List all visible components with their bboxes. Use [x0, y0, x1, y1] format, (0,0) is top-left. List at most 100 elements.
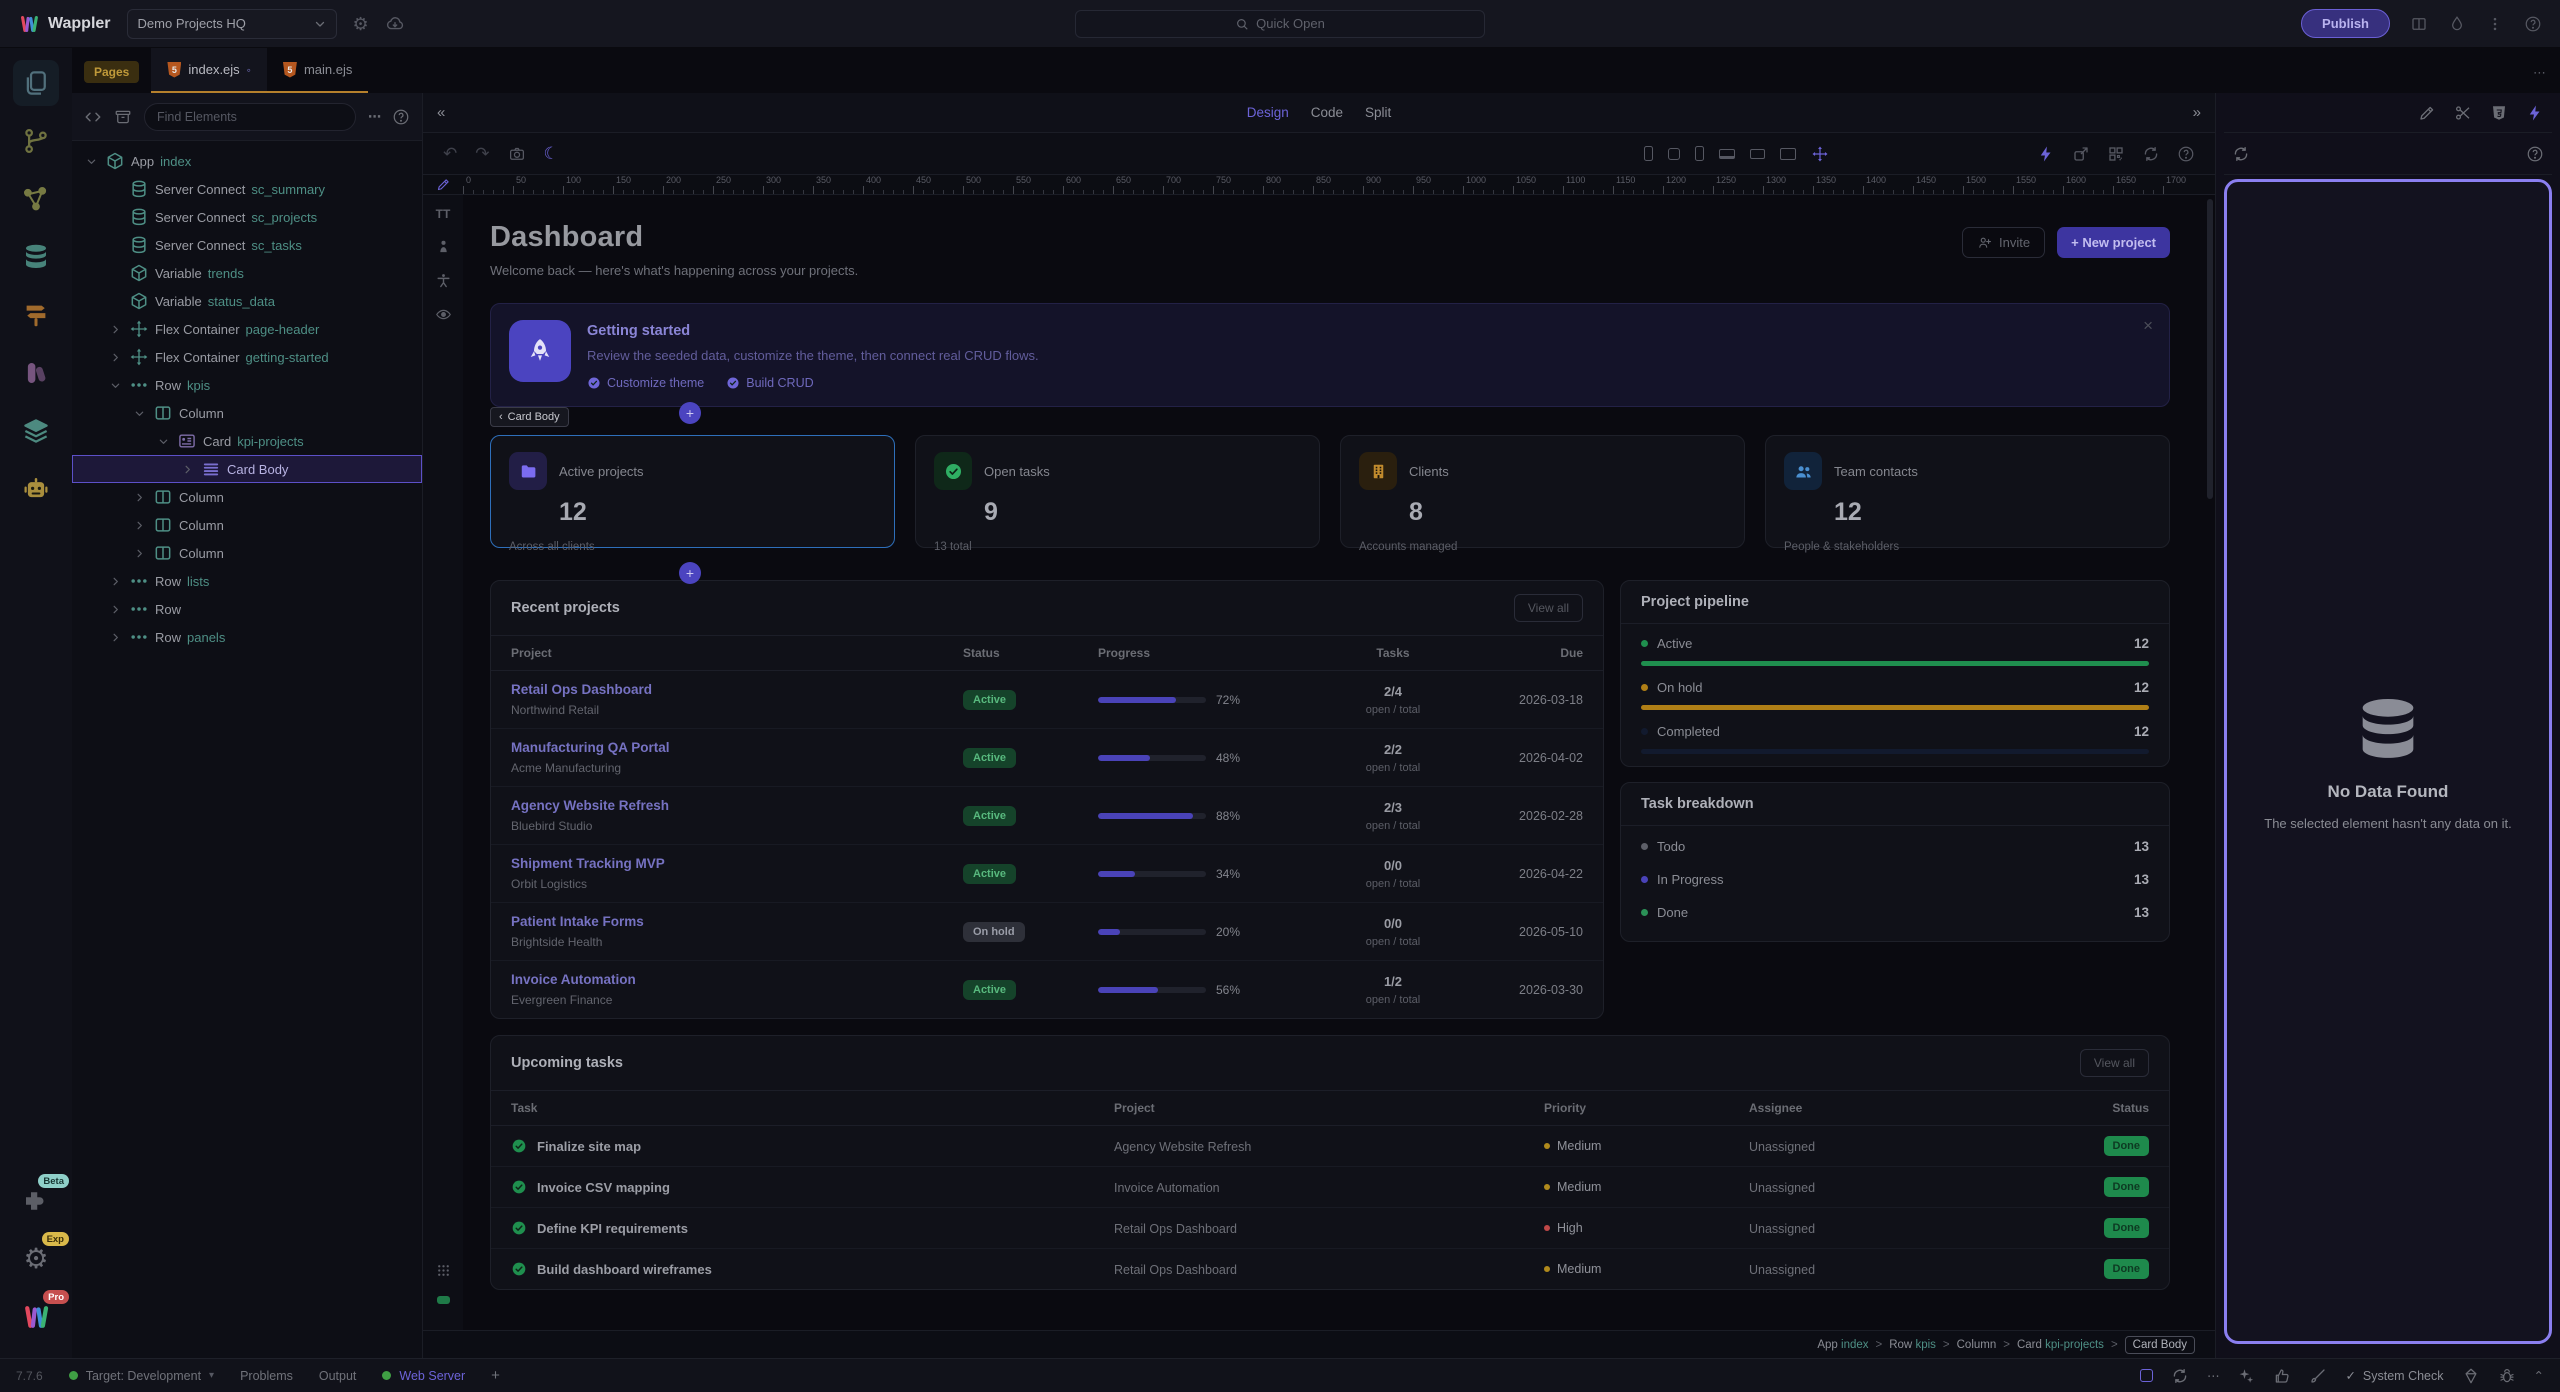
styles-scissors-icon[interactable]	[2454, 104, 2472, 122]
project-link[interactable]: Shipment Tracking MVP	[511, 856, 963, 871]
tree-row[interactable]: Row lists	[72, 567, 422, 595]
theme-droplet-icon[interactable]	[2448, 15, 2466, 33]
project-link[interactable]: Invoice Automation	[511, 972, 963, 987]
inspector-help-icon[interactable]	[2526, 145, 2544, 163]
typography-tool-icon[interactable]: TT	[436, 207, 451, 221]
tree-row[interactable]: Column	[72, 511, 422, 539]
css3-icon[interactable]	[2490, 104, 2508, 122]
laptop-device-icon[interactable]	[1719, 149, 1735, 159]
kpi-card[interactable]: Active projects 12 Across all clients	[490, 435, 895, 548]
tree-row[interactable]: Column	[72, 483, 422, 511]
components-box-icon[interactable]	[114, 108, 132, 126]
view-mode-tab[interactable]: Code	[1311, 105, 1343, 120]
tree-row[interactable]: Row kpis	[72, 371, 422, 399]
chevron-icon[interactable]	[131, 520, 147, 531]
publish-button[interactable]: Publish	[2301, 9, 2390, 38]
selected-element-tag[interactable]: ‹ Card Body	[490, 407, 569, 427]
large-desktop-device-icon[interactable]	[1780, 148, 1796, 160]
inspect-person-tool-icon[interactable]	[435, 238, 452, 255]
tree-row[interactable]: Row	[72, 595, 422, 623]
chevron-icon[interactable]	[107, 632, 123, 643]
experiments[interactable]: ⚙ Exp	[13, 1236, 59, 1282]
tree-row[interactable]: Card Body	[72, 455, 422, 483]
file-tab[interactable]: 5 index.ejs ◦	[151, 48, 267, 93]
breadcrumb-item[interactable]: Card Body >	[2125, 1336, 2195, 1354]
canvas-scrollbar[interactable]	[2207, 199, 2213, 499]
breadcrumb-item[interactable]: Card kpi-projects >	[2017, 1339, 2118, 1351]
chevron-icon[interactable]	[107, 380, 123, 391]
qr-code-icon[interactable]	[2107, 145, 2125, 163]
grid-toggle-icon[interactable]	[435, 1262, 452, 1279]
cloud-sync-icon[interactable]	[385, 14, 405, 34]
quick-open-button[interactable]: Quick Open	[1075, 10, 1485, 38]
view-all-button[interactable]: View all	[2080, 1049, 2149, 1077]
feedback-thumb-icon[interactable]	[2273, 1367, 2291, 1385]
chevron-icon[interactable]	[83, 156, 99, 167]
pages-panel-button[interactable]: Pages	[84, 61, 139, 83]
extensions[interactable]: Beta	[13, 1178, 59, 1224]
chevron-icon[interactable]	[155, 436, 171, 447]
project-link[interactable]: Patient Intake Forms	[511, 914, 963, 929]
dark-mode-moon-icon[interactable]: ☾	[544, 144, 559, 164]
tree-row[interactable]: Row panels	[72, 623, 422, 651]
debug-bug-icon[interactable]	[2498, 1367, 2516, 1385]
breadcrumb-item[interactable]: Row kpis >	[1889, 1339, 1949, 1351]
tabs-overflow-icon[interactable]: ⋯	[2533, 65, 2546, 81]
open-in-browser-icon[interactable]	[2072, 145, 2090, 163]
screenshot-camera-icon[interactable]	[508, 145, 526, 163]
chevron-icon[interactable]	[107, 604, 123, 615]
status-more-icon[interactable]: ⋯	[2207, 1368, 2220, 1383]
insert-element-button[interactable]: +	[679, 562, 701, 584]
tree-row[interactable]: Column	[72, 399, 422, 427]
more-menu-kebab-icon[interactable]	[2486, 15, 2504, 33]
find-elements-input[interactable]	[144, 103, 356, 131]
collapse-right-icon[interactable]: »	[2193, 104, 2201, 121]
invite-button[interactable]: Invite	[1962, 227, 2045, 258]
view-mode-tab[interactable]: Split	[1365, 105, 1391, 120]
small-tablet-device-icon[interactable]	[1668, 148, 1680, 160]
routing[interactable]	[13, 292, 59, 338]
phablet-device-icon[interactable]	[1695, 146, 1704, 161]
styles[interactable]	[13, 350, 59, 396]
collapse-left-icon[interactable]: «	[437, 104, 445, 121]
wappler-pro[interactable]: Pro	[13, 1294, 59, 1340]
insert-element-button[interactable]: +	[679, 402, 701, 424]
project-settings-gear-icon[interactable]: ⚙	[353, 15, 369, 33]
design-help-icon[interactable]	[2177, 145, 2195, 163]
view-mode-tab[interactable]: Design	[1247, 105, 1289, 120]
tree-row[interactable]: Variable status_data	[72, 287, 422, 315]
undo-icon[interactable]: ↶	[443, 144, 457, 164]
project-selector[interactable]: Demo Projects HQ	[127, 9, 337, 39]
web-server-tab[interactable]: Web Server	[382, 1369, 465, 1383]
free-resize-move-icon[interactable]	[1811, 145, 1829, 163]
close-icon[interactable]: ×	[2143, 316, 2153, 336]
tree-row[interactable]: App index	[72, 147, 422, 175]
system-check-button[interactable]: ✓ System Check	[2345, 1368, 2443, 1383]
new-project-button[interactable]: + New project	[2057, 227, 2170, 258]
kpi-card[interactable]: Team contacts 12 People & stakeholders	[1765, 435, 2170, 548]
tree-row[interactable]: Server Connect sc_tasks	[72, 231, 422, 259]
redo-icon[interactable]: ↷	[475, 144, 489, 164]
tree-row[interactable]: Flex Container getting-started	[72, 343, 422, 371]
output-tab[interactable]: Output	[319, 1369, 357, 1383]
tree-help-icon[interactable]	[392, 108, 410, 126]
tree-row[interactable]: Server Connect sc_projects	[72, 203, 422, 231]
project-link[interactable]: Manufacturing QA Portal	[511, 740, 963, 755]
file-tab[interactable]: 5 main.ejs ◦	[267, 48, 368, 93]
inspector-refresh-icon[interactable]	[2232, 145, 2250, 163]
phone-device-icon[interactable]	[1644, 146, 1653, 161]
help-icon[interactable]	[2524, 15, 2542, 33]
collapse-statusbar-icon[interactable]: ⌃	[2534, 1368, 2544, 1383]
chevron-icon[interactable]	[179, 464, 195, 475]
refresh-icon[interactable]	[2142, 145, 2160, 163]
focus-mode-icon[interactable]	[2140, 1369, 2153, 1382]
app-connect-bolt-icon[interactable]	[2037, 145, 2055, 163]
reload-icon[interactable]	[2171, 1367, 2189, 1385]
chevron-icon[interactable]	[107, 576, 123, 587]
panel-layout-icon[interactable]	[2410, 15, 2428, 33]
ai-sparkles-icon[interactable]	[2237, 1367, 2255, 1385]
view-all-button[interactable]: View all	[1514, 594, 1583, 622]
tree-row[interactable]: Card kpi-projects	[72, 427, 422, 455]
preview-eye-icon[interactable]	[435, 306, 452, 323]
ai-assistant[interactable]	[13, 466, 59, 512]
